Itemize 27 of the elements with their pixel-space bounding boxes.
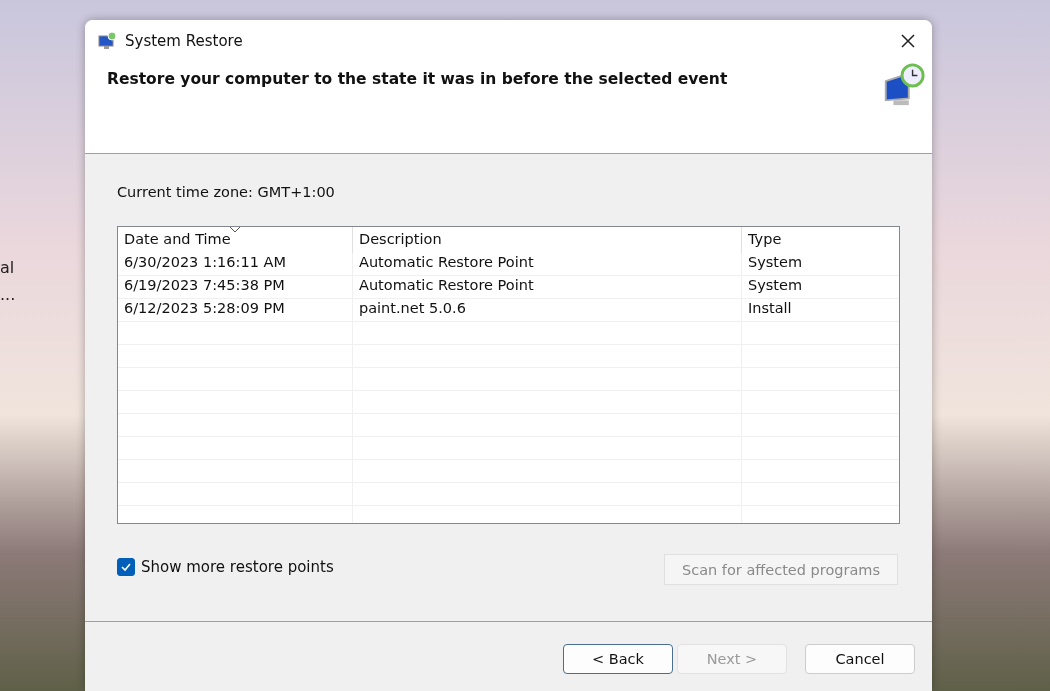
- table-cell: 6/30/2023 1:16:11 AM: [118, 253, 353, 275]
- checkbox-label[interactable]: Show more restore points: [141, 557, 334, 576]
- table-row[interactable]: 6/12/2023 5:28:09 PM paint.net 5.0.6 Install: [118, 299, 899, 322]
- window-title: System Restore: [125, 32, 244, 50]
- close-icon: [900, 33, 916, 49]
- dialog-heading: Restore your computer to the state it was in before the selected event: [107, 70, 728, 90]
- timezone-label: Current time zone: GMT+1:00: [117, 184, 336, 200]
- table-cell-text: System: [747, 276, 804, 295]
- monitor-icon: [97, 31, 117, 51]
- table-cell: Automatic Restore Point: [353, 276, 742, 298]
- table-row[interactable]: 6/30/2023 1:16:11 AM Automatic Restore Point System: [118, 253, 899, 276]
- table-cell: 6/12/2023 5:28:09 PM: [118, 299, 353, 321]
- table-cell: 6/19/2023 7:45:38 PM: [118, 276, 353, 298]
- column-header[interactable]: Description: [353, 227, 742, 253]
- table-cell-text: Install: [747, 299, 793, 318]
- table-cell: paint.net 5.0.6: [353, 299, 742, 321]
- desktop-icon-label[interactable]: al: [0, 258, 16, 277]
- table-cell-text: System: [747, 253, 804, 272]
- sort-caret-icon: [230, 227, 240, 233]
- checkbox[interactable]: [117, 557, 135, 576]
- table-cell: Automatic Restore Point: [353, 253, 742, 275]
- column-header[interactable]: Type: [742, 227, 899, 253]
- dialog-button[interactable]: Cancel: [805, 644, 915, 674]
- dialog-button[interactable]: < Back: [563, 644, 673, 674]
- column-header[interactable]: Date and Time: [118, 227, 353, 253]
- table-row[interactable]: 6/19/2023 7:45:38 PM Automatic Restore Point System: [118, 276, 899, 299]
- desktop-icon-label[interactable]: ...: [0, 285, 16, 304]
